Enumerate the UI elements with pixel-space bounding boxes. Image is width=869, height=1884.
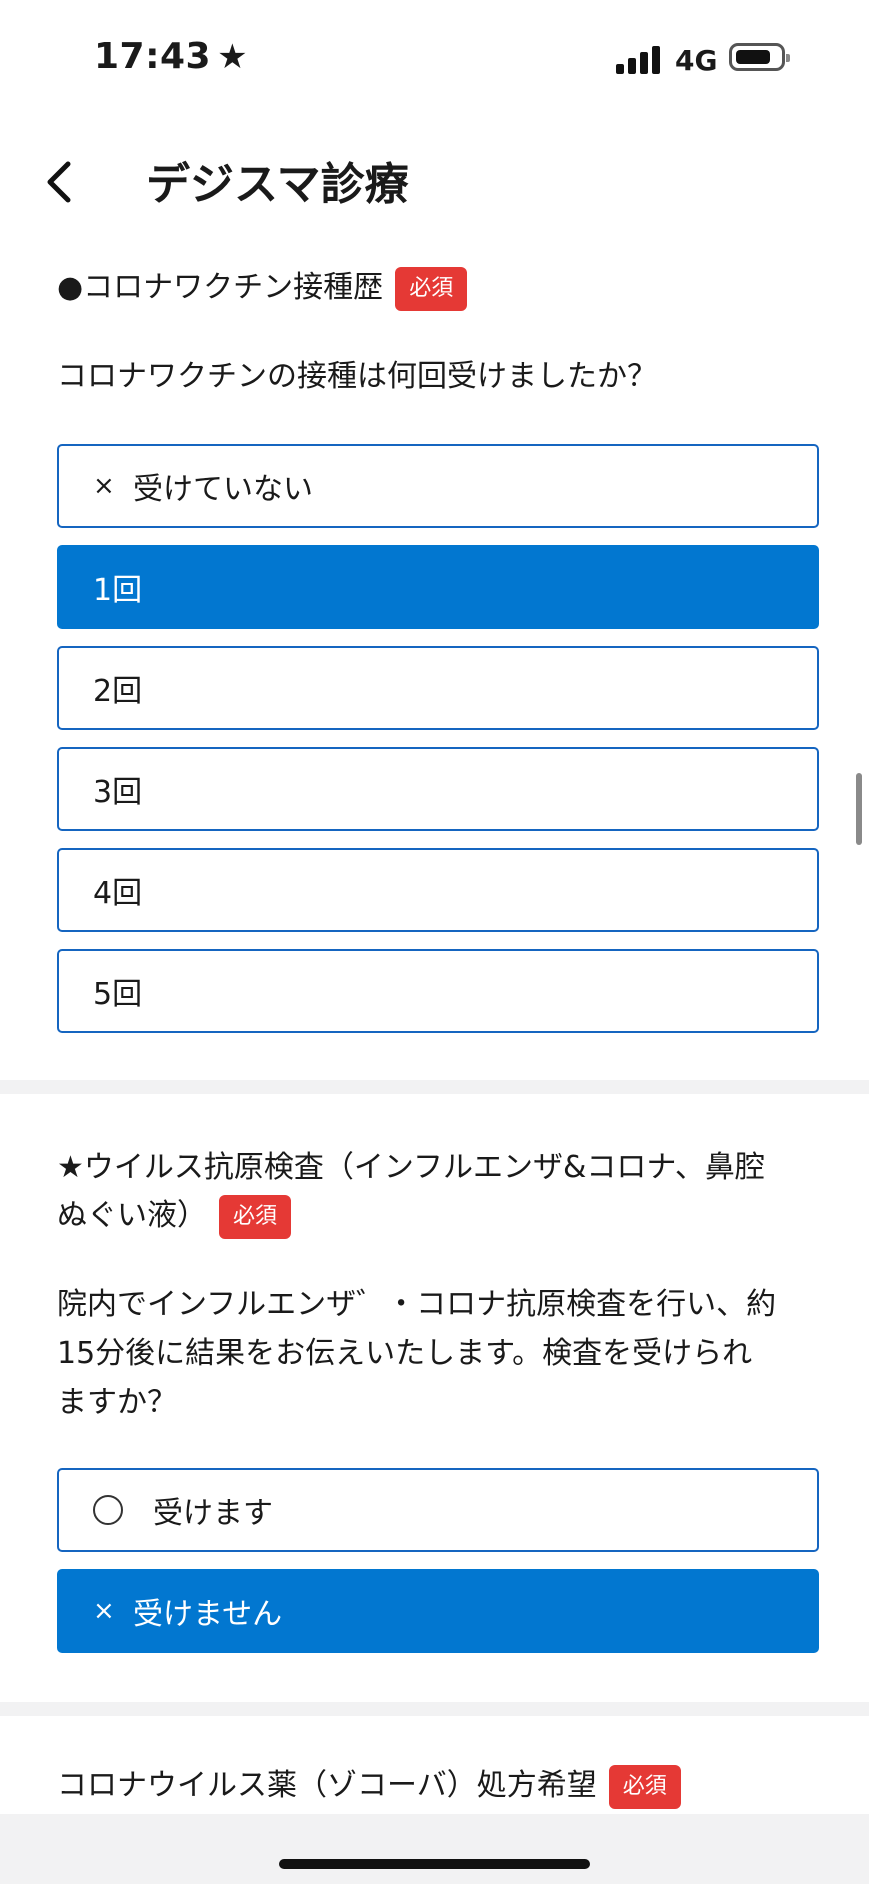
question-title: ★ウイルス抗原検査（インフルエンザ&コロナ、鼻腔 ぬぐい液） 必須: [57, 1144, 827, 1240]
question-title-line: ぬぐい液）: [57, 1198, 207, 1233]
network-label: 4G: [675, 44, 718, 77]
option-5-times[interactable]: 5回: [57, 949, 819, 1033]
option-label: 受けません: [133, 1597, 283, 1632]
required-badge: 必須: [608, 1764, 681, 1809]
question-text-line: 15分後に結果をお伝えいたします。検査を受けられ: [57, 1336, 753, 1371]
question-title: ●コロナワクチン接種歴 必須: [57, 264, 827, 312]
option-label: 2回: [93, 674, 143, 709]
option-label: 5回: [93, 977, 143, 1012]
option-4-times[interactable]: 4回: [57, 848, 819, 932]
question-title-text: コロナウイルス薬（ゾコーバ）処方希望: [57, 1768, 597, 1803]
option-decline-test[interactable]: × 受けません: [57, 1569, 819, 1653]
option-1-time[interactable]: 1回: [57, 545, 819, 629]
nav-bar: デジスマ診療: [0, 130, 869, 230]
question-title-text: ●コロナワクチン接種歴: [57, 270, 384, 305]
option-label: 3回: [93, 775, 143, 810]
status-time: 17:43 ★: [94, 36, 248, 77]
question-text: 院内でインフルエンザ゛・コロナ抗原検査を行い、約 15分後に結果をお伝えいたしま…: [57, 1280, 827, 1427]
question-card-xocova: コロナウイルス薬（ゾコーバ）処方希望 必須: [0, 1716, 869, 1814]
question-card-vaccine: ●コロナワクチン接種歴 必須 コロナワクチンの接種は何回受けましたか？ × 受けて…: [0, 240, 869, 1080]
option-label: 受けていない: [133, 472, 313, 507]
option-label: 1回: [93, 573, 143, 608]
question-title: コロナウイルス薬（ゾコーバ）処方希望 必須: [57, 1762, 827, 1810]
question-card-antigen-test: ★ウイルス抗原検査（インフルエンザ&コロナ、鼻腔 ぬぐい液） 必須 院内でインフル…: [0, 1094, 869, 1702]
required-badge: 必須: [219, 1194, 292, 1239]
star-icon: ★: [217, 37, 249, 77]
home-indicator[interactable]: [279, 1859, 590, 1869]
section-divider: [0, 1080, 869, 1094]
cross-icon: ×: [93, 1596, 115, 1626]
status-time-text: 17:43: [94, 36, 212, 77]
home-indicator-area: [0, 1814, 869, 1884]
option-label: 受けます: [153, 1496, 273, 1531]
question-text: コロナワクチンの接種は何回受けましたか？: [57, 359, 657, 394]
signal-icon: [616, 44, 662, 74]
question-text-line: 院内でインフルエンザ゛・コロナ抗原検査を行い、約: [57, 1287, 777, 1322]
option-3-times[interactable]: 3回: [57, 747, 819, 831]
battery-icon: [729, 43, 790, 71]
chevron-left-icon[interactable]: [38, 152, 82, 212]
page-title: デジスマ診療: [146, 159, 409, 210]
section-divider: [0, 1702, 869, 1716]
cross-icon: ×: [93, 471, 115, 501]
radio-icon: [93, 1495, 123, 1525]
option-accept-test[interactable]: 受けます: [57, 1468, 819, 1552]
status-bar: 17:43 ★ 4G: [0, 0, 869, 120]
question-title-line: ★ウイルス抗原検査（インフルエンザ&コロナ、鼻腔: [57, 1150, 765, 1185]
option-label: 4回: [93, 876, 143, 911]
question-text-line: ますか？: [57, 1385, 177, 1420]
option-2-times[interactable]: 2回: [57, 646, 819, 730]
scrollbar-thumb[interactable]: [856, 773, 862, 845]
required-badge: 必須: [395, 266, 468, 311]
option-not-received[interactable]: × 受けていない: [57, 444, 819, 528]
